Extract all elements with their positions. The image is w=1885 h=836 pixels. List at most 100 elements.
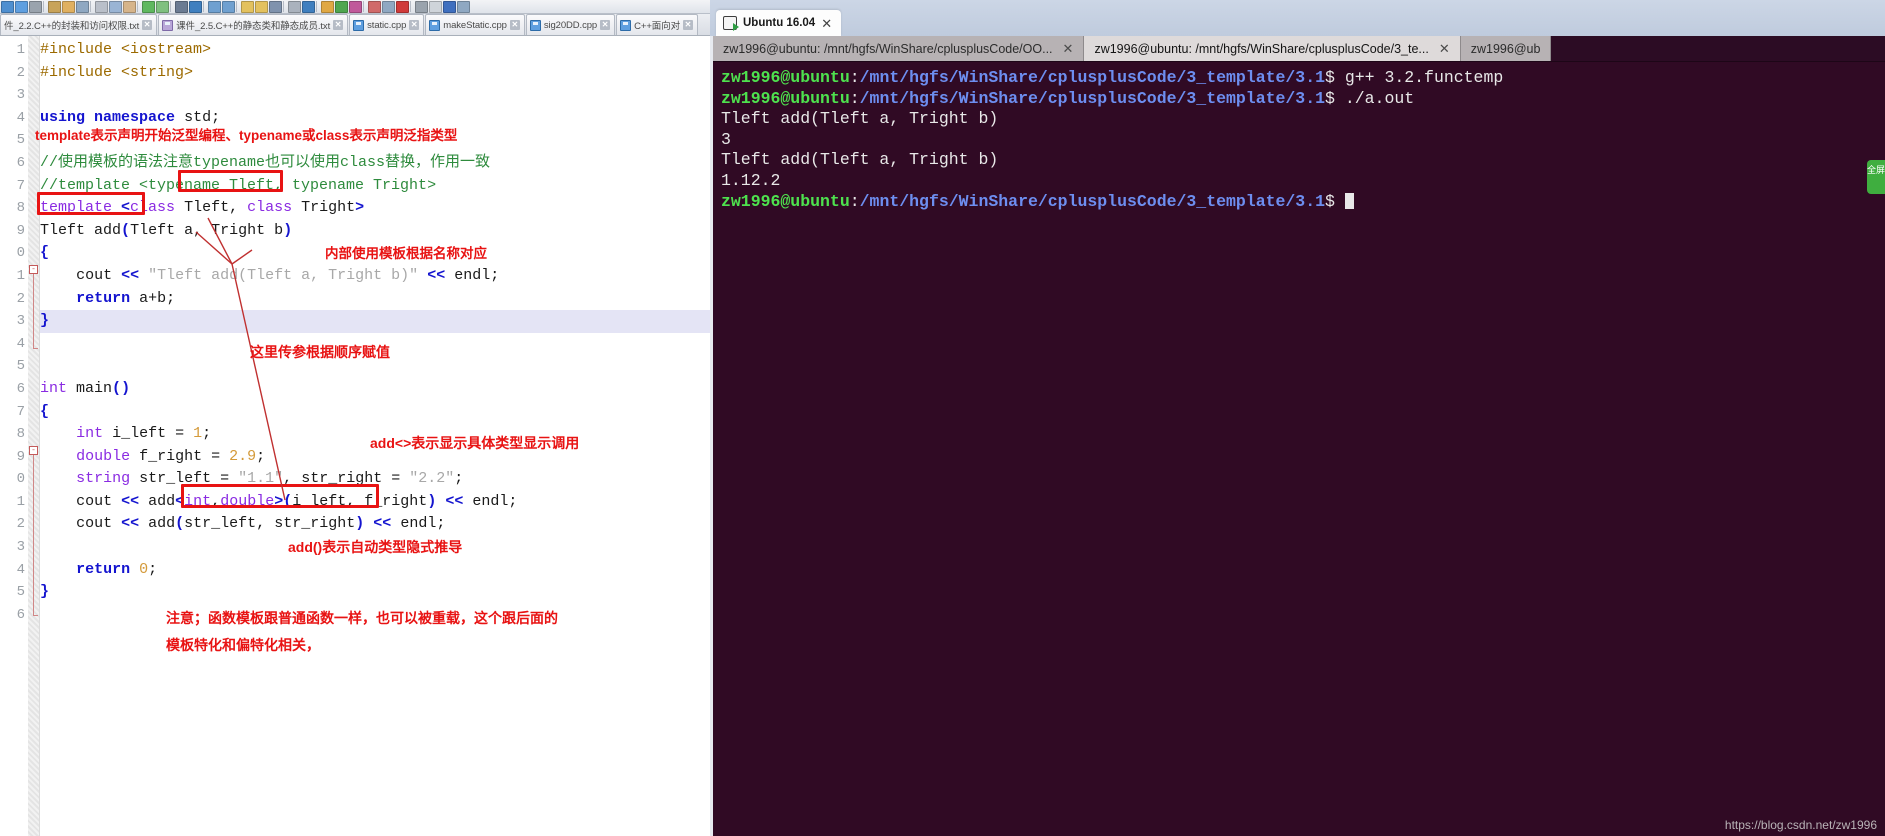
close-icon[interactable]: ✕ bbox=[1439, 41, 1450, 57]
align-icon[interactable] bbox=[302, 0, 315, 13]
editor-tab[interactable]: C++面向对 ✕ bbox=[616, 14, 698, 35]
terminal-separator: : bbox=[849, 191, 860, 211]
close-icon[interactable]: ✕ bbox=[1063, 41, 1074, 57]
code-line[interactable]: //template <typename Tleft, typename Tri… bbox=[40, 175, 710, 198]
ide-tab-bar[interactable]: 件_2.2.C++的封装和访问权限.txt ✕ 课件_2.5.C++的静态类和静态成… bbox=[0, 14, 710, 36]
editor-tab[interactable]: makeStatic.cpp ✕ bbox=[425, 14, 525, 35]
export-icon[interactable] bbox=[76, 0, 89, 13]
terminal-tab[interactable]: zw1996@ub bbox=[1460, 36, 1552, 61]
editor-tab[interactable]: static.cpp ✕ bbox=[349, 14, 425, 35]
print-preview-icon[interactable] bbox=[48, 0, 61, 13]
code-line[interactable]: int main() bbox=[40, 378, 710, 401]
pipe-icon[interactable] bbox=[288, 0, 301, 13]
monitor-icon[interactable] bbox=[415, 0, 428, 13]
terminal-line: zw1996@ubuntu:/mnt/hgfs/WinShare/cpluspl… bbox=[721, 192, 1877, 213]
code-line[interactable]: } bbox=[40, 581, 710, 604]
code-line[interactable]: #include <string> bbox=[40, 62, 710, 85]
terminal-separator: : bbox=[849, 88, 860, 108]
toolbar-separator bbox=[43, 1, 47, 12]
print-icon[interactable] bbox=[29, 0, 42, 13]
vm-fullscreen-button[interactable]: 全屏 bbox=[1867, 160, 1885, 194]
line-number: 6 bbox=[16, 380, 25, 397]
editor-tab[interactable]: sig20DD.cpp ✕ bbox=[525, 14, 616, 35]
line-number: 6 bbox=[16, 154, 25, 171]
run-icon[interactable] bbox=[335, 0, 348, 13]
code-line[interactable]: cout << add(str_left, str_right) << endl… bbox=[40, 513, 710, 536]
terminal-tab-label: zw1996@ub bbox=[1470, 41, 1541, 56]
find-icon[interactable] bbox=[62, 0, 75, 13]
code-line[interactable]: } bbox=[40, 310, 710, 333]
grid-icon[interactable] bbox=[175, 0, 188, 13]
code-line[interactable]: template <class Tleft, class Tright> bbox=[40, 197, 710, 220]
terminal-command: $ ./a.out bbox=[1325, 88, 1415, 108]
line-number: 2 bbox=[16, 290, 25, 307]
save-all-icon[interactable] bbox=[15, 0, 28, 13]
terminal-tab-bar[interactable]: zw1996@ubuntu: /mnt/hgfs/WinShare/cplusp… bbox=[713, 36, 1885, 62]
terminal-tab[interactable]: zw1996@ubuntu: /mnt/hgfs/WinShare/cplusp… bbox=[713, 36, 1085, 61]
code-line[interactable]: return 0; bbox=[40, 559, 710, 582]
zoom-in-icon[interactable] bbox=[208, 0, 221, 13]
terminal-command: $ g++ 3.2.functemp bbox=[1325, 68, 1504, 87]
profile-icon[interactable] bbox=[349, 0, 362, 13]
line-number: 0 bbox=[16, 471, 25, 488]
close-icon[interactable]: ✕ bbox=[682, 20, 693, 30]
fold-marker-main[interactable]: - bbox=[29, 446, 38, 455]
terminal-output-text: Tleft add(Tleft a, Tright b) bbox=[721, 109, 999, 129]
editor-tab-label: C++面向对 bbox=[634, 21, 680, 32]
file-icon[interactable] bbox=[429, 0, 442, 13]
unlock-icon[interactable] bbox=[255, 0, 268, 13]
fold-marker-func[interactable]: - bbox=[29, 265, 38, 274]
editor-tab[interactable]: 件_2.2.C++的封装和访问权限.txt ✕ bbox=[0, 14, 158, 35]
terminal-user: zw1996@ubuntu bbox=[721, 88, 850, 108]
vm-machine-tab[interactable]: Ubuntu 16.04 ✕ bbox=[716, 10, 842, 36]
clock-icon[interactable] bbox=[382, 0, 395, 13]
compile-icon[interactable] bbox=[321, 0, 334, 13]
toolbar-separator bbox=[90, 1, 94, 12]
close-icon[interactable]: ✕ bbox=[409, 20, 420, 30]
close-icon[interactable]: ✕ bbox=[333, 20, 344, 30]
code-line[interactable]: return a+b; bbox=[40, 288, 710, 311]
close-icon[interactable]: ✕ bbox=[600, 20, 611, 30]
undo-icon[interactable] bbox=[142, 0, 155, 13]
code-editor[interactable]: 1 2 3 4 5 6 7 8 9 0 1 2 3 4 5 6 7 8 9 0 1 2 3 4 5 6 - - #include … bbox=[0, 36, 710, 836]
editor-tab[interactable]: 课件_2.5.C++的静态类和静态成员.txt ✕ bbox=[158, 14, 349, 35]
terminal-output[interactable]: zw1996@ubuntu:/mnt/hgfs/WinShare/cpluspl… bbox=[713, 62, 1885, 836]
save-icon[interactable] bbox=[1, 0, 14, 13]
annotation-template-declaration: template表示声明开始泛型编程、typename或class表示声明泛指类… bbox=[35, 128, 458, 143]
close-icon[interactable]: ✕ bbox=[142, 20, 153, 30]
record-icon[interactable] bbox=[396, 0, 409, 13]
terminal-user: zw1996@ubuntu bbox=[721, 191, 850, 211]
code-line[interactable]: cout << "Tleft add(Tleft a, Tright b)" <… bbox=[40, 265, 710, 288]
code-line[interactable]: cout << add<int,double>(i_left, f_right)… bbox=[40, 491, 710, 514]
redo-icon[interactable] bbox=[156, 0, 169, 13]
close-icon[interactable]: ✕ bbox=[509, 20, 520, 30]
code-line[interactable]: #include <iostream> bbox=[40, 39, 710, 62]
extra-icon[interactable] bbox=[457, 0, 470, 13]
terminal-cursor bbox=[1344, 192, 1354, 209]
lock-icon[interactable] bbox=[241, 0, 254, 13]
code-line[interactable]: //使用模板的语法注意typename也可以使用class替换，作用一致 bbox=[40, 152, 710, 175]
vmware-titlebar: Ubuntu 16.04 ✕ bbox=[710, 0, 1885, 36]
terminal-line: Tleft add(Tleft a, Tright b) bbox=[721, 109, 1877, 130]
toolbar-separator bbox=[137, 1, 141, 12]
terminal-path: /mnt/hgfs/WinShare/cplusplusCode/3_templ… bbox=[859, 191, 1326, 211]
cut-icon[interactable] bbox=[95, 0, 108, 13]
code-line[interactable]: Tleft add(Tleft a, Tright b) bbox=[40, 220, 710, 243]
stop-icon[interactable] bbox=[368, 0, 381, 13]
code-fold-bar[interactable]: - - bbox=[28, 36, 40, 836]
close-icon[interactable]: ✕ bbox=[821, 17, 832, 30]
word-icon[interactable] bbox=[443, 0, 456, 13]
debug-icon[interactable] bbox=[189, 0, 202, 13]
line-number: 7 bbox=[16, 177, 25, 194]
paste-icon[interactable] bbox=[123, 0, 136, 13]
code-line[interactable]: { bbox=[40, 401, 710, 424]
terminal[interactable]: zw1996@ubuntu: /mnt/hgfs/WinShare/cplusp… bbox=[713, 36, 1885, 836]
code-line[interactable]: string str_left = "1.1", str_right = "2.… bbox=[40, 468, 710, 491]
line-number: 5 bbox=[16, 132, 25, 149]
screen-root: 件_2.2.C++的封装和访问权限.txt ✕ 课件_2.5.C++的静态类和静态成… bbox=[0, 0, 1885, 836]
code-line[interactable] bbox=[40, 84, 710, 107]
copy-icon[interactable] bbox=[109, 0, 122, 13]
indent-icon[interactable] bbox=[269, 0, 282, 13]
zoom-out-icon[interactable] bbox=[222, 0, 235, 13]
terminal-tab[interactable]: zw1996@ubuntu: /mnt/hgfs/WinShare/cplusp… bbox=[1084, 36, 1461, 61]
